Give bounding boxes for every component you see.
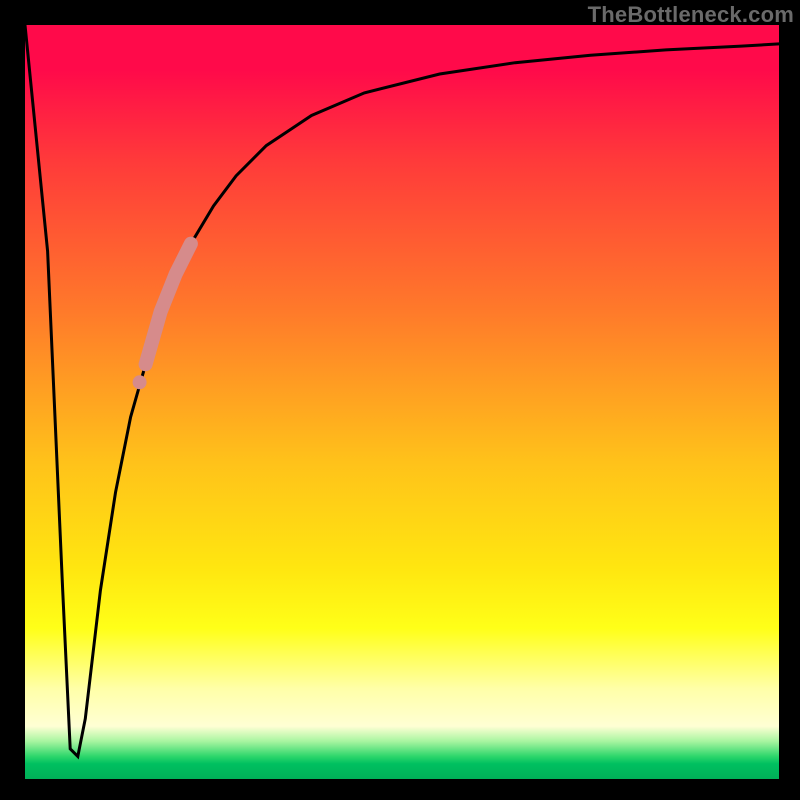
curve-svg <box>25 25 779 779</box>
bottleneck-curve-path <box>25 25 779 756</box>
highlight-dot <box>133 375 147 389</box>
highlight-segment-path <box>146 244 191 365</box>
plot-area <box>25 25 779 779</box>
chart-frame: TheBottleneck.com <box>0 0 800 800</box>
